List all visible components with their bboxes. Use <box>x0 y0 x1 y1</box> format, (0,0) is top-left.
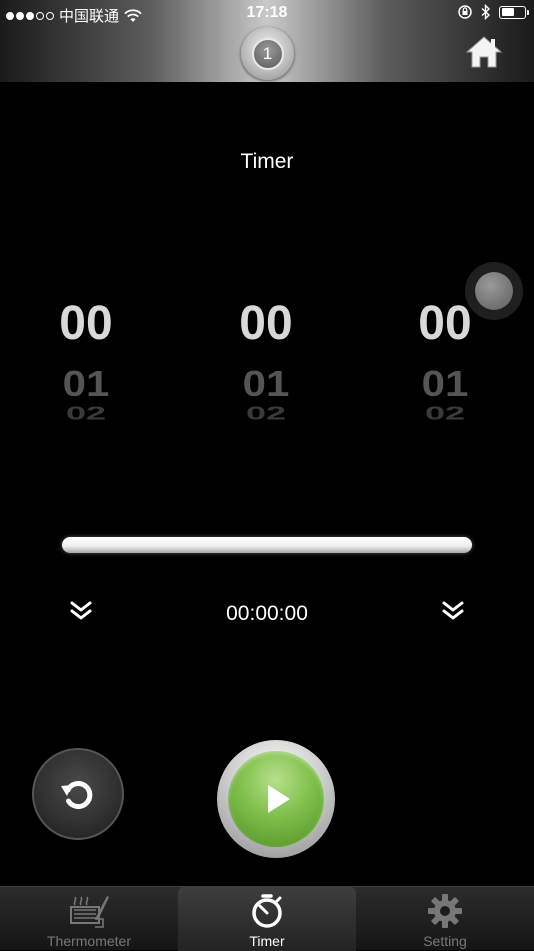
play-icon <box>268 785 290 813</box>
seconds-next-value: 01 <box>421 363 469 404</box>
tab-bar: Thermometer Timer Setting <box>0 886 534 951</box>
minutes-next-value: 01 <box>242 363 290 404</box>
tab-setting-label: Setting <box>423 933 467 949</box>
status-time: 17:18 <box>246 4 288 21</box>
tab-timer-label: Timer <box>249 933 285 949</box>
channel-number: 1 <box>251 37 284 70</box>
minutes-current-value: 00 <box>239 297 293 350</box>
assistive-touch-knob <box>475 272 513 310</box>
status-bar: 中国联通 17:18 <box>0 0 534 28</box>
hours-next-value: 01 <box>62 363 110 404</box>
tab-timer[interactable]: Timer <box>178 887 356 951</box>
hours-picker-wheel[interactable]: 00 01 02 <box>16 296 156 436</box>
start-timer-button[interactable] <box>217 740 335 858</box>
minutes-after-value: 02 <box>245 403 287 424</box>
gear-icon <box>428 894 462 928</box>
status-right <box>457 4 529 20</box>
right-expand-button[interactable] <box>440 598 466 624</box>
hours-current-value: 00 <box>59 297 113 350</box>
tab-thermometer[interactable]: Thermometer <box>0 887 178 951</box>
tab-setting[interactable]: Setting <box>356 887 534 951</box>
channel-selector-button[interactable]: 1 <box>241 27 294 80</box>
reset-icon <box>61 781 93 810</box>
bluetooth-icon <box>481 4 491 20</box>
minutes-picker-wheel[interactable]: 00 01 02 <box>196 296 336 436</box>
assistive-touch-button[interactable] <box>465 262 523 320</box>
chevron-double-down-icon <box>442 601 464 620</box>
start-timer-button-face <box>228 751 324 847</box>
page-title: Timer <box>240 150 294 173</box>
top-navigation-bar: 中国联通 17:18 1 <box>0 0 534 82</box>
stopwatch-icon <box>252 894 282 928</box>
thermometer-grill-icon <box>70 896 109 928</box>
tab-thermometer-label: Thermometer <box>46 933 132 949</box>
reset-button[interactable] <box>32 748 124 840</box>
hours-after-value: 02 <box>65 403 107 424</box>
home-icon <box>465 36 503 68</box>
orientation-lock-icon <box>458 5 472 19</box>
battery-icon <box>499 5 529 19</box>
home-button[interactable] <box>464 34 504 70</box>
timer-progress-bar <box>62 537 472 553</box>
seconds-after-value: 02 <box>424 403 466 424</box>
